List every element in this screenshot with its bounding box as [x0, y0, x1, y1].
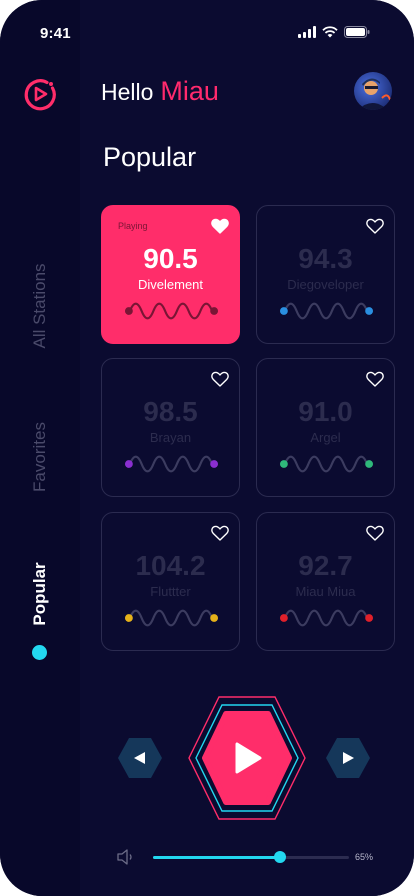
heart-icon[interactable] — [211, 218, 229, 234]
waveform-icon — [279, 609, 374, 627]
volume-label: 65% — [355, 852, 374, 862]
signal-icon — [298, 26, 316, 38]
battery-icon — [344, 26, 370, 38]
station-card[interactable]: 91.0 Argel — [256, 358, 395, 497]
waveform-icon — [124, 609, 219, 627]
heart-icon[interactable] — [366, 218, 384, 234]
greeting-hello: Hello — [101, 79, 154, 105]
station-name: Fluttter — [150, 584, 191, 599]
sidebar-item-popular[interactable]: Popular — [30, 562, 50, 625]
radio-logo-icon[interactable] — [22, 76, 58, 112]
station-name: Miau Miua — [295, 584, 356, 599]
waveform-icon — [279, 455, 374, 473]
heart-icon[interactable] — [366, 525, 384, 541]
sidebar-item-favorites[interactable]: Favorites — [30, 422, 50, 492]
heart-icon[interactable] — [211, 525, 229, 541]
play-button[interactable] — [188, 696, 306, 820]
volume-slider[interactable] — [153, 856, 349, 859]
next-station-button[interactable] — [326, 736, 370, 780]
station-card[interactable]: 94.3 Diegoveloper — [256, 205, 395, 344]
previous-station-button[interactable] — [118, 736, 162, 780]
station-frequency: 92.7 — [298, 550, 353, 581]
station-card[interactable]: Playing 90.5 Divelement — [101, 205, 240, 344]
volume-fill — [153, 856, 281, 859]
wifi-icon — [322, 26, 338, 38]
waveform-icon — [279, 302, 374, 320]
station-frequency: 91.0 — [298, 396, 353, 427]
status-time: 9:41 — [40, 25, 71, 42]
station-card[interactable]: 98.5 Brayan — [101, 358, 240, 497]
station-frequency: 104.2 — [135, 550, 206, 581]
active-nav-indicator — [32, 645, 47, 660]
sidebar-item-all-stations[interactable]: All Stations — [30, 263, 50, 348]
station-card[interactable]: 104.2 Fluttter — [101, 512, 240, 651]
station-card[interactable]: 92.7 Miau Miua — [256, 512, 395, 651]
station-name: Argel — [310, 430, 341, 445]
status-icons — [298, 26, 370, 38]
station-frequency: 90.5 — [143, 243, 198, 274]
heart-icon[interactable] — [366, 371, 384, 387]
playing-label: Playing — [118, 221, 148, 231]
station-name: Divelement — [137, 277, 204, 292]
station-frequency: 98.5 — [143, 396, 198, 427]
station-name: Diegoveloper — [287, 277, 364, 292]
waveform-icon — [124, 302, 219, 320]
greeting: Hello Miau — [101, 76, 219, 107]
avatar-image — [354, 72, 392, 110]
volume-icon[interactable] — [116, 848, 136, 866]
avatar[interactable] — [354, 72, 392, 110]
station-name: Brayan — [149, 430, 192, 445]
greeting-user-name: Miau — [160, 76, 219, 106]
heart-icon[interactable] — [211, 371, 229, 387]
station-frequency: 94.3 — [298, 243, 353, 274]
app-screen: 9:41 All Stations Favorites Popular Hell… — [0, 0, 414, 896]
waveform-icon — [124, 455, 219, 473]
section-title: Popular — [103, 142, 197, 172]
